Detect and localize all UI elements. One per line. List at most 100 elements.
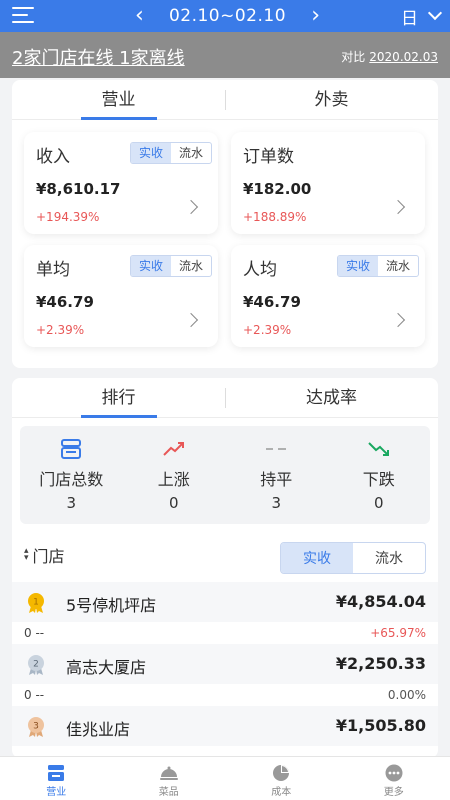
ranking-tabs: 排行 达成率 <box>12 378 438 418</box>
stat-label: 持平 <box>260 470 293 489</box>
chevron-right-icon <box>183 199 199 215</box>
trend-down-icon <box>328 436 431 462</box>
metric-value: ¥182.00 <box>243 180 312 198</box>
nav-label: 成本 <box>271 787 292 798</box>
trend-up-icon <box>123 436 226 462</box>
tab-achievement-rate[interactable]: 达成率 <box>225 378 438 417</box>
stat-flat[interactable]: 持平 3 <box>225 426 328 524</box>
more-icon <box>338 763 450 783</box>
metric-delta: +2.39% <box>243 323 292 337</box>
store-change: +65.97% <box>370 626 426 640</box>
chevron-right-icon <box>183 312 199 328</box>
store-sort-header[interactable]: ▴ ▾ 门店 <box>24 543 65 567</box>
toggle-actual[interactable]: 实收 <box>130 143 171 163</box>
store-change: 0.00% <box>387 688 426 702</box>
stat-value: 3 <box>66 494 77 512</box>
store-toggle: 实收 流水 <box>280 542 426 574</box>
stat-total-stores[interactable]: 门店总数 3 <box>20 426 123 524</box>
silver-medal-icon: 2 <box>28 655 44 675</box>
metric-delta: +194.39% <box>36 210 100 224</box>
toggle-flow[interactable]: 流水 <box>171 256 211 276</box>
bottom-nav: 营业 菜品 成本 更多 <box>0 756 450 800</box>
toggle-flow[interactable]: 流水 <box>378 256 418 276</box>
store-amount: ¥1,505.80 <box>335 716 426 735</box>
nav-dishes[interactable]: 菜品 <box>113 757 226 800</box>
toggle-actual[interactable]: 实收 <box>281 543 353 573</box>
nav-label: 菜品 <box>158 787 179 798</box>
online-summary[interactable]: 2家门店在线 1家离线 <box>12 44 185 70</box>
period-label: 日 <box>401 8 418 29</box>
next-date-chevron-icon[interactable]: › <box>311 0 320 32</box>
stat-value: 3 <box>271 494 282 512</box>
toggle-flow[interactable]: 流水 <box>353 543 425 573</box>
chevron-right-icon <box>390 199 406 215</box>
nav-more[interactable]: 更多 <box>338 757 450 800</box>
nav-label: 营业 <box>46 787 67 798</box>
pie-chart-icon <box>225 763 338 783</box>
metric-card-orders[interactable]: 订单数 ¥182.00 +188.89% <box>231 132 425 234</box>
tab-business[interactable]: 营业 <box>12 80 225 119</box>
sort-icon: ▴ ▾ <box>24 546 29 563</box>
store-amount: ¥2,250.33 <box>335 654 426 673</box>
store-sub: 0 -- <box>24 626 45 640</box>
stat-label: 上涨 <box>157 470 190 489</box>
store-section-title: 门店 <box>32 547 65 566</box>
store-icon <box>0 763 113 783</box>
tab-takeaway[interactable]: 外卖 <box>225 80 438 119</box>
business-tabs: 营业 外卖 <box>12 80 438 120</box>
toggle-actual[interactable]: 实收 <box>337 256 378 276</box>
metric-title: 单均 <box>36 260 70 280</box>
chevron-down-icon <box>427 5 443 21</box>
metric-card-income[interactable]: 收入 实收 流水 ¥8,610.17 +194.39% <box>24 132 218 234</box>
flat-dash-icon <box>225 436 328 462</box>
top-bar: ‹ 02.10~02.10 › 日 <box>0 0 450 32</box>
store-sub: 0 -- <box>24 688 45 702</box>
metric-value: ¥46.79 <box>243 293 301 311</box>
store-amount: ¥4,854.04 <box>335 592 426 611</box>
store-stats: 门店总数 3 上涨 0 持平 3 下跌 0 <box>20 426 430 524</box>
dish-cover-icon <box>113 763 226 783</box>
tab-ranking[interactable]: 排行 <box>12 378 225 417</box>
metric-delta: +2.39% <box>36 323 85 337</box>
store-icon <box>20 436 123 462</box>
online-status-bar: 2家门店在线 1家离线 对比 2020.02.03 <box>0 32 450 78</box>
stat-label: 下跌 <box>362 470 395 489</box>
stat-down[interactable]: 下跌 0 <box>328 426 431 524</box>
store-name: 5号停机坪店 <box>66 596 157 615</box>
stat-up[interactable]: 上涨 0 <box>123 426 226 524</box>
metric-toggle: 实收 流水 <box>129 142 212 164</box>
medal-rank: 2 <box>33 660 39 670</box>
period-selector[interactable]: 日 <box>401 0 443 32</box>
compare-date[interactable]: 2020.02.03 <box>369 50 438 64</box>
stat-label: 门店总数 <box>39 470 104 489</box>
metric-title: 收入 <box>36 147 70 167</box>
ranking-panel: 排行 达成率 门店总数 3 上涨 0 持平 3 下跌 0 ▴ ▾ 门店 实收 流… <box>12 378 438 758</box>
stat-value: 0 <box>168 494 179 512</box>
date-navigator: ‹ 02.10~02.10 › <box>135 0 320 32</box>
metric-toggle: 实收 流水 <box>129 255 212 277</box>
bronze-medal-icon: 3 <box>28 717 44 737</box>
store-row[interactable]: 2 高志大厦店 ¥2,250.33 0 -- 0.00% <box>12 644 438 706</box>
date-range[interactable]: 02.10~02.10 <box>169 6 286 26</box>
metric-card-avg-order[interactable]: 单均 实收 流水 ¥46.79 +2.39% <box>24 245 218 347</box>
gold-medal-icon: 1 <box>28 593 44 613</box>
store-row[interactable]: 1 5号停机坪店 ¥4,854.04 0 -- +65.97% <box>12 582 438 644</box>
stat-value: 0 <box>373 494 384 512</box>
metric-value: ¥8,610.17 <box>36 180 121 198</box>
nav-cost[interactable]: 成本 <box>225 757 338 800</box>
toggle-flow[interactable]: 流水 <box>171 143 211 163</box>
business-panel: 营业 外卖 收入 实收 流水 ¥8,610.17 +194.39% 订单数 ¥1… <box>12 80 438 368</box>
metric-card-per-person[interactable]: 人均 实收 流水 ¥46.79 +2.39% <box>231 245 425 347</box>
compare-label: 对比 <box>341 50 366 64</box>
store-name: 高志大厦店 <box>66 658 147 677</box>
chevron-right-icon <box>390 312 406 328</box>
medal-rank: 3 <box>33 722 39 732</box>
menu-icon[interactable] <box>12 7 34 25</box>
metric-title: 人均 <box>243 260 277 280</box>
prev-date-chevron-icon[interactable]: ‹ <box>135 0 144 32</box>
store-name: 佳兆业店 <box>66 720 131 739</box>
compare-info: 对比 2020.02.03 <box>341 48 438 65</box>
nav-business[interactable]: 营业 <box>0 757 113 800</box>
toggle-actual[interactable]: 实收 <box>130 256 171 276</box>
metric-title: 订单数 <box>243 147 294 167</box>
